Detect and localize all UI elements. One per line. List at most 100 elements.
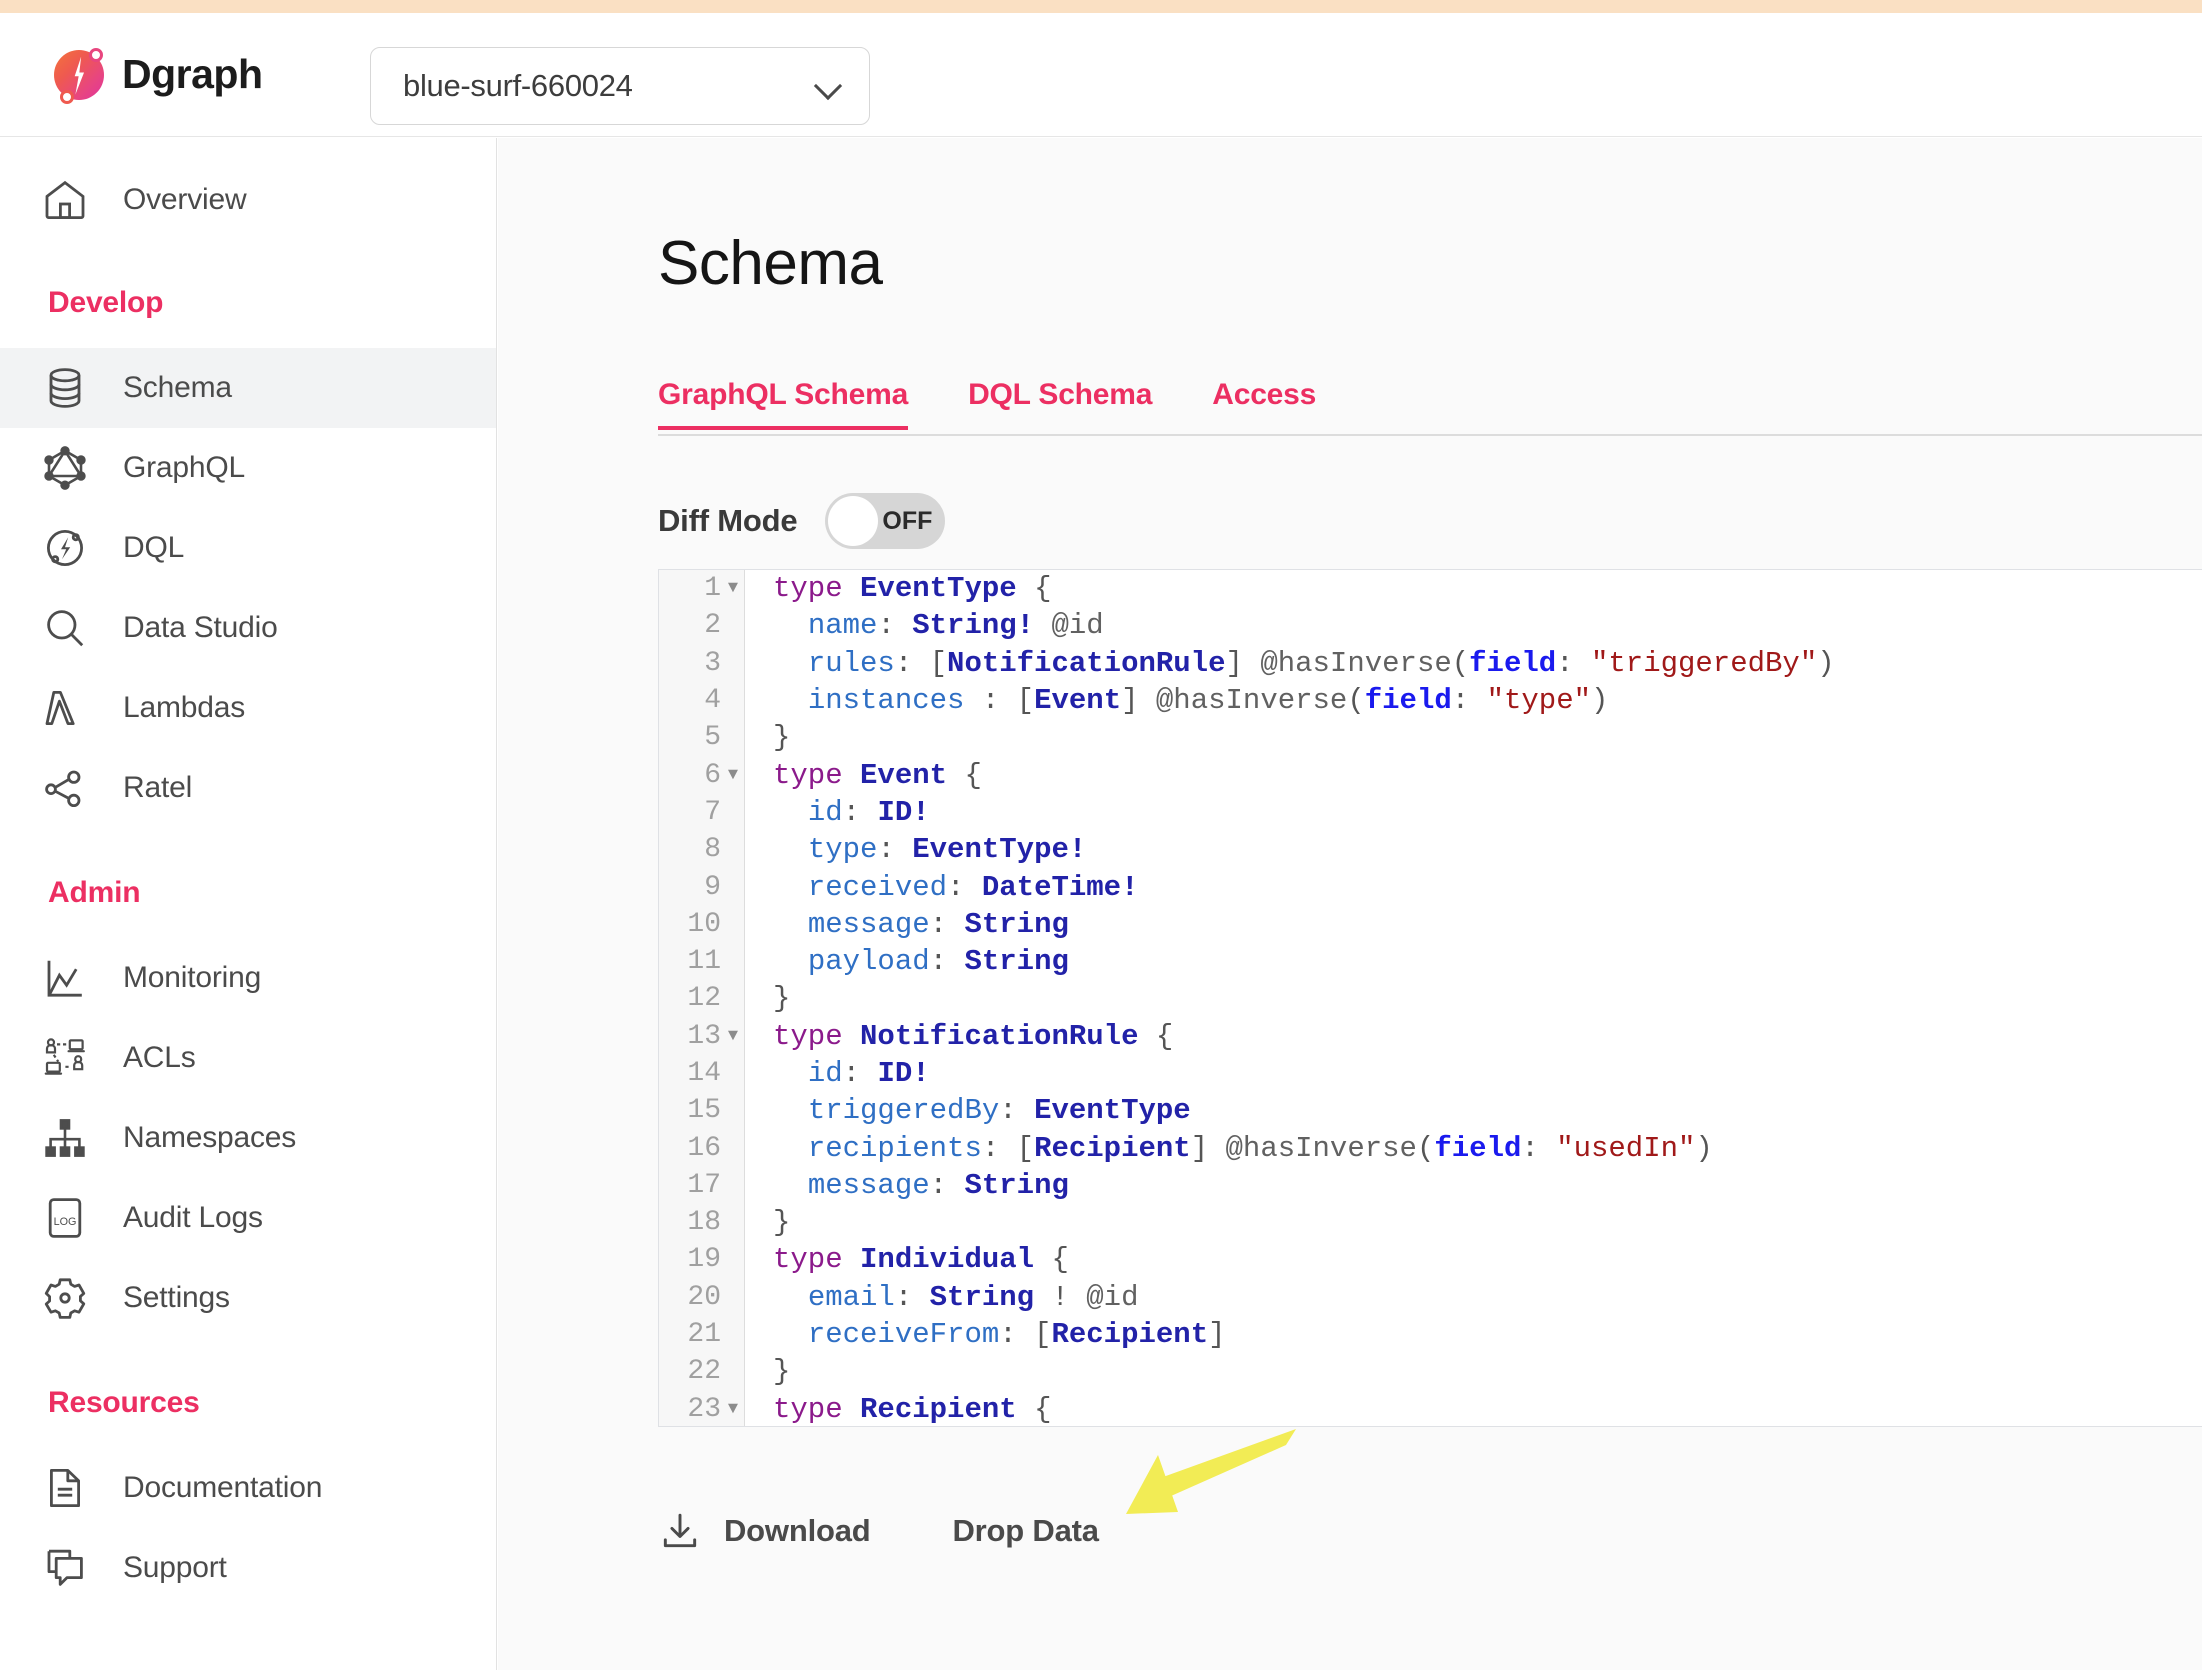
editor-line[interactable]: 9 received: DateTime! [659, 868, 2202, 905]
sidebar-item-label: Overview [123, 183, 247, 216]
editor-line[interactable]: 16 recipients: [Recipient] @hasInverse(f… [659, 1129, 2202, 1166]
tab-access[interactable]: Access [1212, 378, 1316, 430]
line-code: recipients: [Recipient] @hasInverse(fiel… [807, 1131, 1713, 1165]
line-number: 7 [704, 796, 721, 828]
fold-triangle-icon[interactable]: ▼ [721, 1401, 745, 1418]
editor-line[interactable]: 13 ▼ type NotificationRule { [659, 1018, 2202, 1055]
line-code: received: DateTime! [807, 870, 1139, 904]
editor-line[interactable]: 23 ▼ type Recipient { [659, 1391, 2202, 1426]
fold-triangle-icon[interactable]: ▼ [721, 1028, 745, 1045]
dgraph-logo-icon [48, 45, 108, 105]
sidebar-item-label: Support [123, 1551, 227, 1584]
editor-line[interactable]: 1 ▼ type EventType { [659, 570, 2202, 607]
line-number: 21 [687, 1319, 721, 1351]
sidebar-item-label: ACLs [123, 1041, 196, 1074]
sidebar-item-acls[interactable]: ACLs [0, 1018, 496, 1098]
line-number: 20 [687, 1281, 721, 1313]
database-icon [37, 360, 93, 416]
tab-graphql-schema[interactable]: GraphQL Schema [658, 378, 908, 430]
line-number: 2 [704, 610, 721, 642]
editor-line[interactable]: 22} [659, 1353, 2202, 1390]
sidebar-item-label: Lambdas [123, 691, 246, 724]
editor-line[interactable]: 15 triggeredBy: EventType [659, 1092, 2202, 1129]
graph-nodes-icon [37, 760, 93, 816]
editor-line[interactable]: 5} [659, 719, 2202, 756]
line-number: 23 [687, 1393, 721, 1425]
line-code: type NotificationRule { [773, 1019, 1174, 1053]
sidebar-group-admin: Admin [48, 876, 141, 909]
tab-dql-schema[interactable]: DQL Schema [968, 378, 1152, 430]
line-code: id: ID! [807, 795, 930, 829]
line-number: 16 [687, 1132, 721, 1164]
line-code: type Recipient { [773, 1392, 1052, 1426]
sidebar-item-lambdas[interactable]: Lambdas [0, 668, 496, 748]
editor-line[interactable]: 11 payload: String [659, 943, 2202, 980]
editor-line[interactable]: 7 id: ID! [659, 794, 2202, 831]
brand-logo[interactable]: Dgraph [48, 45, 263, 105]
line-number: 13 [687, 1020, 721, 1052]
backend-selector[interactable]: blue-surf-660024 [370, 47, 870, 125]
sidebar-item-audit-logs[interactable]: LOG Audit Logs [0, 1178, 496, 1258]
top-bar: Dgraph blue-surf-660024 [0, 13, 2202, 137]
sidebar-item-label: Monitoring [123, 961, 262, 994]
download-button-label: Download [724, 1513, 871, 1548]
editor-line[interactable]: 12} [659, 980, 2202, 1017]
editor-line[interactable]: 4 instances : [Event] @hasInverse(field:… [659, 682, 2202, 719]
sidebar-item-dql[interactable]: DQL [0, 508, 496, 588]
sidebar-item-documentation[interactable]: Documentation [0, 1448, 496, 1528]
line-code: type Event { [773, 758, 982, 792]
sidebar-item-label: Documentation [123, 1471, 323, 1504]
sidebar-item-ratel[interactable]: Ratel [0, 748, 496, 828]
editor-line[interactable]: 14 id: ID! [659, 1055, 2202, 1092]
diff-mode-toggle[interactable]: OFF [825, 493, 946, 549]
chat-bubbles-icon [37, 1540, 93, 1596]
editor-line[interactable]: 2 name: String! @id [659, 607, 2202, 644]
sidebar-item-label: GraphQL [123, 451, 245, 484]
sidebar-item-label: Namespaces [123, 1121, 297, 1154]
backend-selector-value: blue-surf-660024 [403, 68, 633, 103]
acl-users-icon [37, 1030, 93, 1086]
editor-line[interactable]: 6 ▼ type Event { [659, 756, 2202, 793]
line-code: message: String [807, 907, 1069, 941]
sidebar-item-data-studio[interactable]: Data Studio [0, 588, 496, 668]
chevron-down-icon [815, 73, 841, 99]
line-number: 12 [687, 983, 721, 1015]
editor-line[interactable]: 19 type Individual { [659, 1241, 2202, 1278]
line-code: type EventType { [773, 572, 1052, 606]
editor-line[interactable]: 10 message: String [659, 906, 2202, 943]
sidebar-item-label: Settings [123, 1281, 230, 1314]
editor-line[interactable]: 21 receiveFrom: [Recipient] [659, 1316, 2202, 1353]
line-number: 10 [687, 908, 721, 940]
line-code: email: String ! @id [807, 1280, 1139, 1314]
editor-line[interactable]: 3 rules: [NotificationRule] @hasInverse(… [659, 645, 2202, 682]
sidebar-item-namespaces[interactable]: Namespaces [0, 1098, 496, 1178]
editor-line[interactable]: 8 type: EventType! [659, 831, 2202, 868]
line-number: 8 [704, 834, 721, 866]
line-number: 22 [687, 1356, 721, 1388]
editor-line[interactable]: 20 email: String ! @id [659, 1279, 2202, 1316]
sidebar-item-settings[interactable]: Settings [0, 1258, 496, 1338]
sidebar-item-label: Schema [123, 371, 232, 404]
line-code: rules: [NotificationRule] @hasInverse(fi… [807, 646, 1835, 680]
sidebar-item-graphql[interactable]: GraphQL [0, 428, 496, 508]
editor-line[interactable]: 18} [659, 1204, 2202, 1241]
sidebar-item-monitoring[interactable]: Monitoring [0, 938, 496, 1018]
schema-code-editor[interactable]: 1 ▼ type EventType {2 name: String! @id 3 r… [658, 569, 2202, 1427]
fold-triangle-icon[interactable]: ▼ [721, 580, 745, 597]
drop-data-button[interactable]: Drop Data [953, 1513, 1100, 1549]
sidebar-item-schema[interactable]: Schema [0, 348, 496, 428]
fold-triangle-icon[interactable]: ▼ [721, 767, 745, 784]
download-button[interactable]: Download [658, 1509, 871, 1553]
line-number: 3 [704, 647, 721, 679]
line-number: 11 [687, 946, 721, 978]
sidebar-item-support[interactable]: Support [0, 1528, 496, 1608]
sidebar: Overview Develop Schema GraphQL DQL Data… [0, 138, 497, 1670]
line-code: } [773, 1355, 791, 1389]
page-title: Schema [658, 229, 883, 298]
lambda-icon [37, 680, 93, 736]
sidebar-item-overview[interactable]: Overview [0, 160, 496, 240]
editor-line[interactable]: 17 message: String [659, 1167, 2202, 1204]
editor-code-lines[interactable]: 1 ▼ type EventType {2 name: String! @id 3 r… [659, 570, 2202, 1426]
gear-icon [37, 1270, 93, 1326]
line-code: instances : [Event] @hasInverse(field: "… [807, 684, 1609, 718]
